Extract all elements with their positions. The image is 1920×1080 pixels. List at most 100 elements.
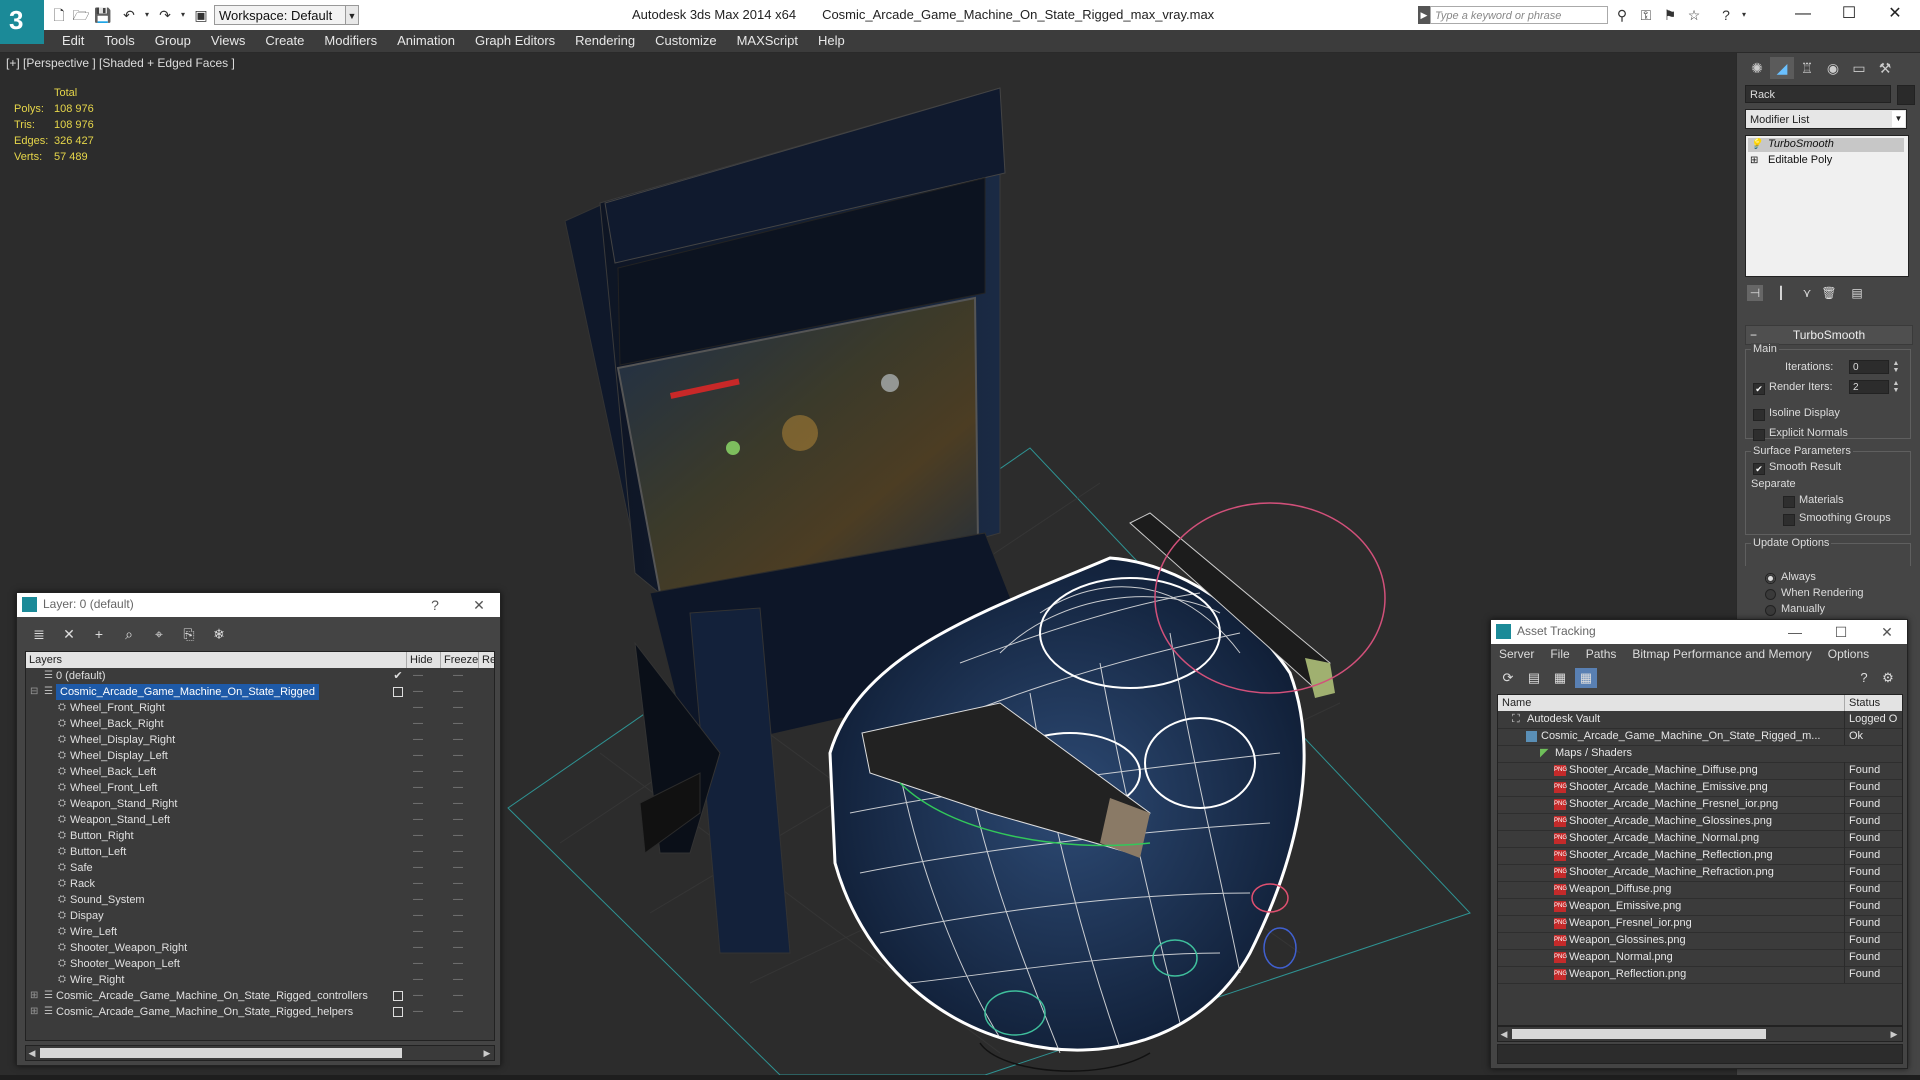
asset-row[interactable]: PNG Shooter_Arcade_Machine_Diffuse.png Fou… — [1498, 762, 1902, 780]
hide-toggle[interactable]: — — [411, 716, 425, 732]
freeze-toggle[interactable]: — — [451, 780, 465, 796]
layer-row[interactable]: ⛭ Shooter_Weapon_Right — — — [26, 940, 494, 956]
make-current-checkbox[interactable] — [393, 687, 403, 697]
layer-row[interactable]: ⛭ Rack — — — [26, 876, 494, 892]
create-tab-sun-icon[interactable]: ✺ — [1745, 57, 1769, 79]
select-objects-icon[interactable]: ⌕ — [117, 623, 141, 645]
hide-toggle[interactable]: — — [411, 748, 425, 764]
freeze-toggle[interactable]: — — [451, 988, 465, 1004]
render-iters-spinner[interactable]: 2 — [1849, 380, 1889, 394]
expand-plus-icon[interactable]: ⊞ — [1750, 155, 1760, 166]
asset-row[interactable]: PNG Shooter_Arcade_Machine_Refraction.png… — [1498, 864, 1902, 882]
workspace-chevron-down-icon[interactable]: ▼ — [345, 5, 359, 25]
freeze-toggle[interactable]: — — [451, 860, 465, 876]
help-icon[interactable]: ? — [1716, 6, 1736, 24]
modifier-list-dropdown[interactable]: Modifier List — [1745, 109, 1907, 129]
layer-row[interactable]: ⛭ Wheel_Display_Left — — — [26, 748, 494, 764]
always-radio[interactable] — [1765, 573, 1776, 584]
pin-stack-icon[interactable]: ⊣ — [1747, 285, 1763, 301]
asset-row[interactable]: PNG Shooter_Arcade_Machine_Emissive.png Fo… — [1498, 779, 1902, 797]
freeze-toggle[interactable]: — — [451, 892, 465, 908]
materials-checkbox[interactable] — [1783, 496, 1795, 508]
open-file-icon[interactable]: 🗁 — [72, 6, 90, 24]
hide-toggle[interactable]: — — [411, 780, 425, 796]
menu-modifiers[interactable]: Modifiers — [314, 30, 387, 52]
layer-explorer-window[interactable]: Layer: 0 (default) ? ✕ ≣ ✕ + ⌕ ⌖ ⎘ ❄ Lay… — [16, 592, 501, 1066]
hide-toggle[interactable]: — — [411, 876, 425, 892]
layer-row[interactable]: ⛭ Wire_Right — — — [26, 972, 494, 988]
expand-icon[interactable]: ⊞ — [30, 1004, 38, 1020]
asset-menu-file[interactable]: File — [1542, 644, 1577, 664]
hide-toggle[interactable]: — — [411, 1004, 425, 1020]
menu-views[interactable]: Views — [201, 30, 255, 52]
when-rendering-radio[interactable] — [1765, 589, 1776, 600]
menu-tools[interactable]: Tools — [94, 30, 144, 52]
menu-rendering[interactable]: Rendering — [565, 30, 645, 52]
menu-group[interactable]: Group — [145, 30, 201, 52]
freeze-toggle[interactable]: — — [451, 828, 465, 844]
freeze-toggle[interactable]: — — [451, 844, 465, 860]
asset-horizontal-scrollbar[interactable]: ◀ ▶ — [1497, 1026, 1903, 1042]
layer-row[interactable]: ⛭ Shooter_Weapon_Left — — — [26, 956, 494, 972]
layer-row[interactable]: ⛭ Button_Right — — — [26, 828, 494, 844]
viewport-label[interactable]: [+] [Perspective ] [Shaded + Edged Faces… — [6, 56, 235, 70]
freeze-toggle[interactable]: — — [451, 876, 465, 892]
layer-row[interactable]: ⛭ Safe — — — [26, 860, 494, 876]
stack-item-editable-poly[interactable]: ⊞ Editable Poly — [1750, 154, 1832, 166]
menu-maxscript[interactable]: MAXScript — [727, 30, 808, 52]
freeze-toggle[interactable]: — — [451, 812, 465, 828]
help-icon[interactable]: ? — [1853, 668, 1875, 688]
hide-toggle[interactable]: — — [411, 972, 425, 988]
asset-menu-paths[interactable]: Paths — [1578, 644, 1625, 664]
search-expand-icon[interactable]: ▶ — [1418, 6, 1430, 24]
render-iters-spinner-arrows-icon[interactable]: ▲ ▼ — [1891, 380, 1901, 394]
display-tab-icon[interactable]: ▭ — [1847, 57, 1871, 79]
hide-toggle[interactable]: — — [411, 668, 425, 684]
menu-animation[interactable]: Animation — [387, 30, 465, 52]
hide-toggle[interactable]: — — [411, 860, 425, 876]
asset-row[interactable]: PNG Shooter_Arcade_Machine_Glossines.png F… — [1498, 813, 1902, 831]
highlight-selected-icon[interactable]: ⌖ — [147, 623, 171, 645]
binoculars-icon[interactable]: ⚲ — [1612, 6, 1632, 24]
project-folder-icon[interactable]: ▣ — [192, 6, 210, 24]
favorites-star-icon[interactable]: ☆ — [1684, 6, 1704, 24]
lightbulb-icon[interactable]: 💡 — [1750, 139, 1762, 150]
asset-row[interactable]: PNG Weapon_Fresnel_ior.png Found — [1498, 915, 1902, 933]
freeze-toggle[interactable]: — — [451, 700, 465, 716]
asset-tracking-window[interactable]: Asset Tracking — ☐ ✕ Server File Paths Bitm… — [1490, 619, 1908, 1069]
delete-layer-icon[interactable]: ✕ — [57, 623, 81, 645]
freeze-toggle[interactable]: — — [451, 764, 465, 780]
collapse-icon[interactable]: ⊟ — [30, 684, 38, 700]
scroll-left-icon[interactable]: ◀ — [1498, 1027, 1510, 1041]
make-unique-icon[interactable]: ⋎ — [1799, 285, 1815, 301]
current-layer-check-icon[interactable]: ✔ — [391, 668, 405, 684]
layer-settings-icon[interactable]: ≣ — [27, 623, 51, 645]
freeze-toggle[interactable]: — — [451, 796, 465, 812]
object-name-field[interactable]: Rack — [1745, 85, 1891, 103]
undo-dropdown-icon[interactable]: ▾ — [138, 6, 156, 24]
subscription-icon[interactable]: ⚿ — [1636, 6, 1656, 24]
hide-toggle[interactable]: — — [411, 828, 425, 844]
layer-horizontal-scrollbar[interactable]: ◀ ▶ — [25, 1045, 495, 1061]
modify-tab-icon[interactable]: ◢ — [1770, 57, 1794, 79]
close-icon[interactable]: ✕ — [1872, 0, 1918, 30]
iterations-spinner-arrows-icon[interactable]: ▲ ▼ — [1891, 360, 1901, 374]
freeze-toggle[interactable]: — — [451, 748, 465, 764]
freeze-all-layers-icon[interactable]: ❄ — [207, 623, 231, 645]
freeze-toggle[interactable]: — — [451, 684, 465, 700]
stack-item-turbosmooth[interactable]: 💡 TurboSmooth — [1750, 138, 1834, 150]
menu-graph-editors[interactable]: Graph Editors — [465, 30, 565, 52]
layer-row[interactable]: ⛭ Wheel_Display_Right — — — [26, 732, 494, 748]
object-color-swatch[interactable] — [1897, 85, 1915, 105]
asset-menu-options[interactable]: Options — [1820, 644, 1877, 664]
redo-icon[interactable]: ↷ — [156, 6, 174, 24]
hide-toggle[interactable]: — — [411, 908, 425, 924]
isoline-display-checkbox[interactable] — [1753, 409, 1765, 421]
column-hide[interactable]: Hide — [406, 652, 440, 668]
smoothing-groups-checkbox[interactable] — [1783, 514, 1795, 526]
minimize-icon[interactable]: — — [1780, 0, 1826, 30]
freeze-toggle[interactable]: — — [451, 924, 465, 940]
asset-row[interactable]: PNG Weapon_Diffuse.png Found — [1498, 881, 1902, 899]
create-layer-plus-icon[interactable]: + — [87, 623, 111, 645]
help-dropdown-icon[interactable]: ▾ — [1734, 6, 1754, 24]
